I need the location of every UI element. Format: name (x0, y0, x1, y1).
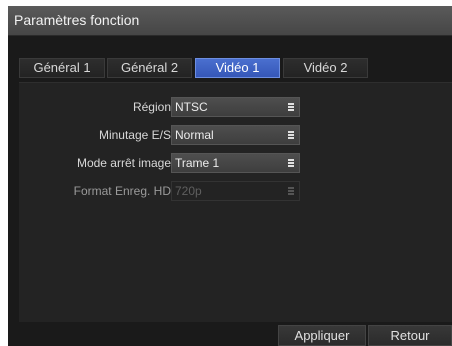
back-button-label: Retour (390, 328, 430, 343)
timing-select[interactable]: Normal (171, 125, 300, 145)
tab-video-1[interactable]: Vidéo 1 (195, 58, 280, 78)
menu-lines-icon (288, 187, 294, 195)
tab-label: Général 2 (120, 60, 179, 75)
footer-bar: Appliquer Retour (8, 322, 452, 346)
setting-row-region: Région (19, 97, 171, 117)
tab-label: Général 1 (33, 60, 91, 75)
setting-row-hd-format: Format Enreg. HD (19, 181, 171, 201)
setting-label: Mode arrêt image (76, 156, 171, 170)
back-button[interactable]: Retour (368, 325, 452, 346)
window-title: Paramètres fonction (14, 12, 140, 28)
title-bar: Paramètres fonction (8, 6, 452, 36)
setting-label: Minutage E/S (98, 128, 171, 142)
function-settings-window: Paramètres fonction Général 1 Général 2 … (8, 6, 452, 346)
menu-lines-icon (288, 103, 294, 111)
video-1-settings-panel: Région NTSC Minutage E/S Normal Mode arr… (19, 82, 452, 322)
setting-row-freeze-mode: Mode arrêt image (19, 153, 171, 173)
tab-general-2[interactable]: Général 2 (107, 58, 192, 78)
tab-video-2[interactable]: Vidéo 2 (283, 58, 368, 78)
tab-label: Vidéo 2 (303, 60, 348, 75)
select-value: 720p (175, 184, 202, 198)
menu-lines-icon (288, 159, 294, 167)
select-value: Normal (175, 128, 214, 142)
apply-button[interactable]: Appliquer (278, 325, 366, 346)
tab-general-1[interactable]: Général 1 (19, 58, 105, 78)
hd-format-select: 720p (171, 181, 300, 201)
select-value: NTSC (175, 100, 208, 114)
region-select[interactable]: NTSC (171, 97, 300, 117)
setting-label: Région (132, 100, 171, 114)
menu-lines-icon (288, 131, 294, 139)
setting-row-timing: Minutage E/S (19, 125, 171, 145)
select-value: Trame 1 (175, 156, 220, 170)
freeze-mode-select[interactable]: Trame 1 (171, 153, 300, 173)
setting-label: Format Enreg. HD (73, 184, 171, 198)
apply-button-label: Appliquer (294, 328, 350, 343)
tab-label: Vidéo 1 (215, 60, 260, 75)
